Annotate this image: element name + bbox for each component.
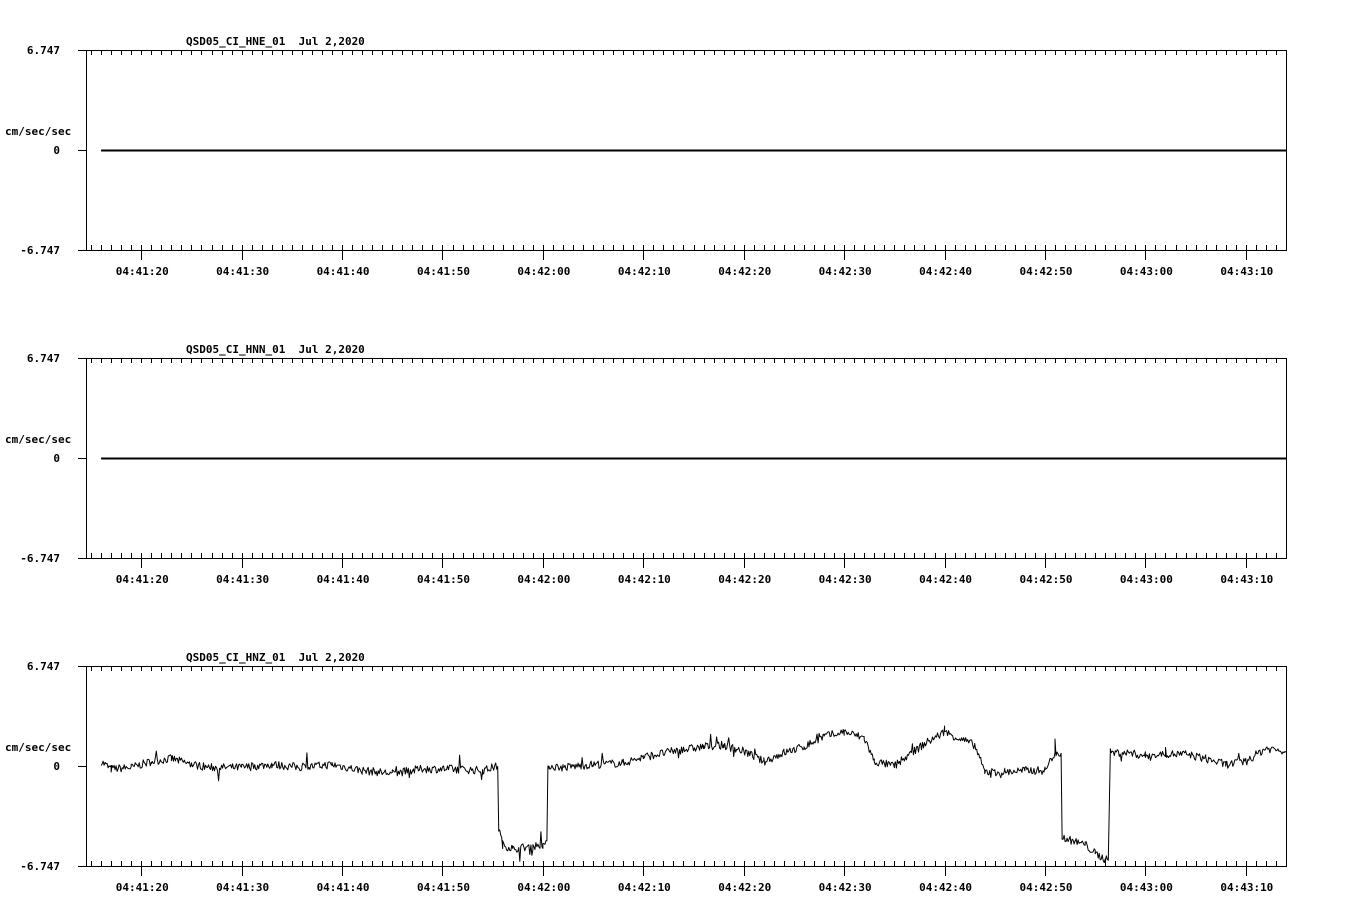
x-tick-label: 04:42:40 [919,881,972,894]
x-tick-label: 04:41:50 [417,265,470,278]
x-tick-label: 04:42:20 [718,573,771,586]
panel-title: QSD05_CI_HNE_01 Jul 2,2020 [186,35,365,48]
x-tick-label: 04:43:00 [1120,573,1173,586]
x-tick-label: 04:43:10 [1220,573,1273,586]
x-tick-label: 04:43:10 [1220,881,1273,894]
x-tick-label: 04:42:50 [1020,573,1073,586]
y-tick-label: 0 [53,144,60,157]
y-tick-label: 0 [53,760,60,773]
x-tick-label: 04:42:00 [517,265,570,278]
x-tick-label: 04:42:00 [517,881,570,894]
y-axis-label: cm/sec/sec [5,741,71,754]
x-tick-label: 04:41:30 [216,265,269,278]
panel-title: QSD05_CI_HNZ_01 Jul 2,2020 [186,651,365,664]
panel-1: QSD05_CI_HNE_01 Jul 2,2020 6.747 0 -6.747 cm… [5,35,1287,278]
y-tick-label: 6.747 [27,352,60,365]
x-tick-label: 04:43:00 [1120,881,1173,894]
y-tick-label: 6.747 [27,44,60,57]
panel-3: QSD05_CI_HNZ_01 Jul 2,2020 6.747 0 -6.747 cm… [5,651,1287,894]
x-tick-label: 04:41:40 [317,881,370,894]
x-tick-label: 04:42:20 [718,881,771,894]
x-tick-label: 04:43:00 [1120,265,1173,278]
x-tick-label: 04:41:40 [317,265,370,278]
x-tick-label: 04:42:10 [618,265,671,278]
x-tick-label: 04:41:40 [317,573,370,586]
x-tick-label: 04:41:50 [417,573,470,586]
y-tick-label: 6.747 [27,660,60,673]
x-tick-label: 04:42:50 [1020,881,1073,894]
seismogram-figure: QSD05_CI_HNE_01 Jul 2,2020 6.747 0 -6.747 cm… [5,35,1287,894]
x-tick-label: 04:41:20 [116,881,169,894]
y-axis-label: cm/sec/sec [5,125,71,138]
x-tick-label: 04:42:40 [919,573,972,586]
x-tick-label: 04:41:30 [216,573,269,586]
y-tick-label: -6.747 [20,860,60,873]
trace-line [100,725,1287,863]
x-tick-label: 04:42:00 [517,573,570,586]
y-axis-label: cm/sec/sec [5,433,71,446]
x-tick-label: 04:42:20 [718,265,771,278]
x-tick-label: 04:43:10 [1220,265,1273,278]
panel-2: QSD05_CI_HNN_01 Jul 2,2020 6.747 0 -6.747 cm… [5,343,1287,586]
x-tick-label: 04:41:20 [116,573,169,586]
y-tick-label: -6.747 [20,552,60,565]
x-tick-label: 04:42:40 [919,265,972,278]
y-tick-label: -6.747 [20,244,60,257]
x-tick-label: 04:41:50 [417,881,470,894]
x-tick-label: 04:42:50 [1020,265,1073,278]
x-tick-label: 04:42:30 [819,573,872,586]
y-tick-label: 0 [53,452,60,465]
x-tick-label: 04:41:30 [216,881,269,894]
x-tick-label: 04:41:20 [116,265,169,278]
x-tick-label: 04:42:10 [618,573,671,586]
x-tick-label: 04:42:30 [819,881,872,894]
panel-title: QSD05_CI_HNN_01 Jul 2,2020 [186,343,365,356]
x-tick-label: 04:42:10 [618,881,671,894]
x-tick-label: 04:42:30 [819,265,872,278]
